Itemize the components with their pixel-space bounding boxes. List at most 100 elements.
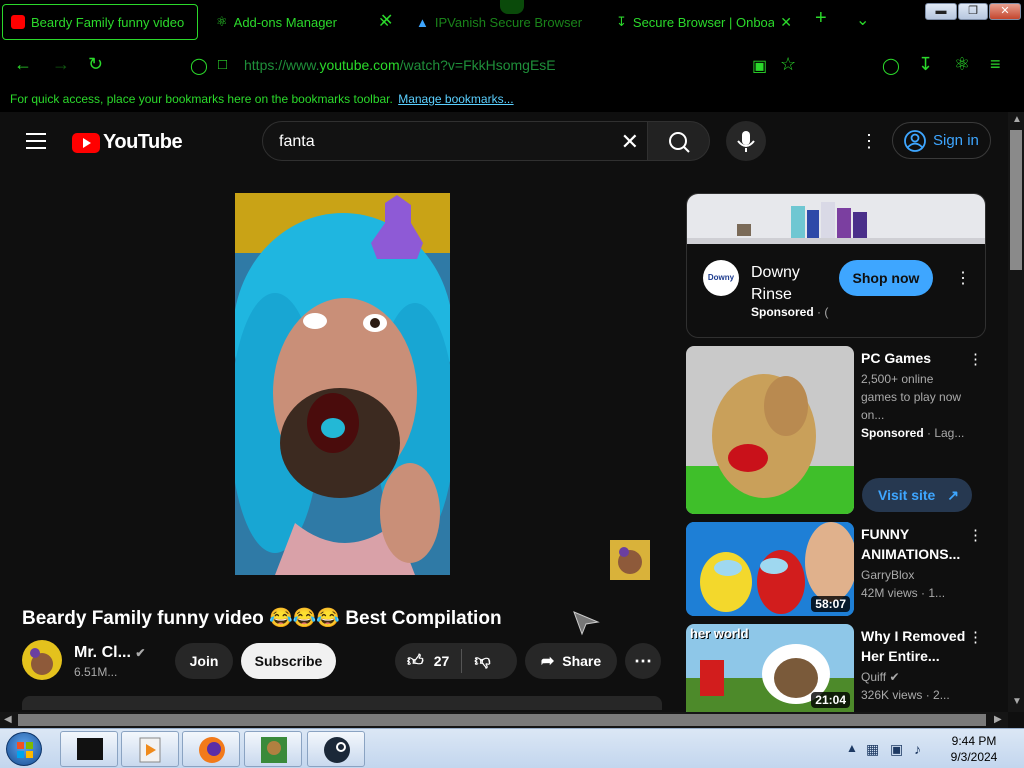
channel-watermark[interactable] bbox=[610, 540, 650, 580]
subscriber-count: 6.51M... bbox=[74, 665, 118, 679]
taskbar-app-media[interactable] bbox=[121, 731, 179, 767]
ipvanish-icon: ▲ bbox=[416, 14, 429, 30]
account-icon bbox=[904, 130, 926, 152]
menu-hamburger-icon[interactable]: ≡ bbox=[990, 54, 1001, 75]
like-dislike-group: 👍︎ 27 👎︎ bbox=[395, 643, 517, 679]
recommendation-kebab-icon[interactable]: ⋮ bbox=[968, 350, 983, 368]
thumbs-down-icon[interactable]: 👎︎ bbox=[474, 652, 490, 671]
like-count[interactable]: 27 bbox=[434, 653, 450, 669]
forward-arrow-icon[interactable]: → bbox=[52, 54, 70, 75]
manage-bookmarks-link[interactable]: Manage bookmarks... bbox=[398, 92, 513, 106]
subscribe-button[interactable]: Subscribe bbox=[241, 643, 336, 679]
close-tab-icon[interactable]: ✕ bbox=[380, 10, 393, 30]
recommendation-thumbnail[interactable] bbox=[686, 346, 854, 514]
scroll-down-arrow-icon[interactable]: ▼ bbox=[1012, 696, 1022, 707]
taskbar-app-steam[interactable] bbox=[307, 731, 365, 767]
sponsored-suffix: · ( bbox=[813, 305, 829, 319]
recommendation-kebab-icon[interactable]: ⋮ bbox=[968, 628, 983, 646]
clear-search-icon[interactable]: ✕ bbox=[621, 129, 639, 155]
voice-search-button[interactable] bbox=[726, 121, 766, 161]
bookmark-star-icon[interactable]: ☆ bbox=[780, 54, 796, 75]
recommendation-item[interactable]: PC Games 2,500+ online games to play now… bbox=[686, 346, 986, 516]
recommendation-thumbnail[interactable]: 58:07 bbox=[686, 522, 854, 616]
taskbar-app-bonzi[interactable] bbox=[244, 731, 302, 767]
minimize-button[interactable]: ▬ bbox=[925, 3, 957, 20]
channel-avatar[interactable] bbox=[22, 640, 62, 680]
recommendation-item[interactable]: her world 21:04 Why I Removed Her Entire… bbox=[686, 624, 986, 712]
pc-games-thumbnail-image bbox=[686, 346, 854, 514]
vertical-scroll-thumb[interactable] bbox=[1010, 130, 1022, 270]
tab-addons-manager[interactable]: ⚛ Add-ons Manager ✕ bbox=[208, 4, 398, 40]
video-title: Beardy Family funny video 😂😂😂 Best Compi… bbox=[22, 608, 502, 629]
channel-text[interactable]: Quiff bbox=[861, 670, 886, 684]
shield-icon[interactable]: ◯ bbox=[190, 56, 208, 76]
close-tab-icon[interactable]: ✕ bbox=[780, 14, 792, 31]
channel-name[interactable]: Mr. Cl... ✔ bbox=[74, 644, 145, 662]
ad-brand-name: Downy Rinse bbox=[751, 264, 800, 303]
recommendation-kebab-icon[interactable]: ⋮ bbox=[968, 526, 983, 544]
scroll-right-arrow-icon[interactable]: ▶ bbox=[994, 714, 1002, 725]
description-box[interactable] bbox=[22, 696, 662, 710]
recommendation-channel[interactable]: GarryBlox bbox=[861, 566, 971, 584]
horizontal-scrollbar[interactable]: ◀ ▶ bbox=[0, 712, 1008, 728]
video-duration: 21:04 bbox=[811, 692, 850, 708]
ad-menu-kebab-icon[interactable]: ⋮ bbox=[955, 268, 971, 288]
sign-in-button[interactable]: Sign in bbox=[892, 122, 991, 159]
recommendation-title[interactable]: PC Games bbox=[861, 348, 971, 368]
youtube-logo[interactable]: YouTube bbox=[72, 131, 183, 154]
network-tray-icon[interactable]: ▦ bbox=[866, 741, 879, 758]
new-tab-button[interactable]: + bbox=[815, 7, 827, 30]
thumbs-up-icon[interactable]: 👍︎ bbox=[407, 652, 424, 671]
join-button[interactable]: Join bbox=[175, 643, 233, 679]
lock-icon[interactable]: □ bbox=[218, 56, 227, 73]
start-button[interactable] bbox=[6, 732, 42, 766]
downloads-icon[interactable]: ↧ bbox=[918, 54, 933, 75]
more-actions-button[interactable]: ⋯ bbox=[625, 643, 661, 679]
recommendation-channel: Quiff ✔ bbox=[861, 668, 971, 686]
search-button[interactable] bbox=[647, 121, 710, 161]
tab-secure-browser[interactable]: ↧ Secure Browser | Onboarding ✕ bbox=[608, 4, 800, 40]
vertical-scrollbar[interactable]: ▲ ▼ bbox=[1008, 112, 1024, 712]
pocket-icon[interactable]: ◯ bbox=[882, 56, 900, 76]
reload-icon[interactable]: ↻ bbox=[88, 54, 103, 75]
show-hidden-icons-icon[interactable]: ▲ bbox=[846, 741, 858, 755]
steam-icon bbox=[324, 737, 350, 763]
display-tray-icon[interactable]: ▣ bbox=[890, 741, 903, 758]
search-query: fanta bbox=[279, 133, 315, 150]
recommendation-thumbnail[interactable]: her world 21:04 bbox=[686, 624, 854, 712]
extensions-icon[interactable]: ⚛ bbox=[954, 54, 970, 75]
back-arrow-icon[interactable]: ← bbox=[14, 54, 32, 75]
settings-kebab-icon[interactable]: ⋮ bbox=[860, 132, 878, 150]
list-tabs-chevron-icon[interactable]: ⌄ bbox=[856, 10, 869, 30]
recommendation-title[interactable]: Why I Removed Her Entire... bbox=[861, 626, 971, 666]
scroll-up-arrow-icon[interactable]: ▲ bbox=[1012, 114, 1022, 125]
volume-tray-icon[interactable]: ♪ bbox=[914, 741, 921, 757]
taskbar-app-firefox[interactable] bbox=[182, 731, 240, 767]
recommendation-item[interactable]: 58:07 FUNNY ANIMATIONS... GarryBlox 42M … bbox=[686, 522, 986, 616]
scroll-left-arrow-icon[interactable]: ◀ bbox=[4, 714, 12, 725]
youtube-header: YouTube fanta ✕ ⋮ Sign in bbox=[0, 112, 1008, 170]
search-input[interactable]: fanta ✕ bbox=[262, 121, 648, 161]
ad-card[interactable]: Downy Downy Rinse Sponsored · ( Shop now… bbox=[686, 193, 986, 338]
microphone-icon bbox=[737, 131, 755, 152]
recommendation-title[interactable]: FUNNY ANIMATIONS... bbox=[861, 524, 971, 564]
picture-in-picture-icon[interactable]: ▣ bbox=[752, 56, 767, 76]
video-frame[interactable] bbox=[235, 193, 450, 575]
puzzle-icon: ⚛ bbox=[216, 14, 228, 29]
taskbar-app-terminal[interactable] bbox=[60, 731, 118, 767]
system-clock[interactable]: 9:44 PM 9/3/2024 bbox=[944, 733, 1004, 765]
url-bar[interactable]: https://www.youtube.com/watch?v=FkkHsomg… bbox=[244, 57, 556, 73]
share-button[interactable]: ➦ Share bbox=[525, 643, 617, 679]
guide-menu-icon[interactable] bbox=[26, 133, 46, 154]
windows-logo-icon bbox=[17, 742, 33, 758]
tab-beardy-family[interactable]: Beardy Family funny video bbox=[2, 4, 198, 40]
channel-name-text: Mr. Cl... bbox=[74, 644, 131, 661]
horizontal-scroll-thumb[interactable] bbox=[18, 714, 986, 726]
shop-now-button[interactable]: Shop now bbox=[839, 260, 933, 296]
thumbnail-caption: her world bbox=[690, 626, 749, 641]
visit-site-button[interactable]: Visit site ↗ bbox=[862, 478, 972, 512]
search-icon bbox=[669, 132, 690, 153]
windows-taskbar: ▲ ▦ ▣ ♪ 9:44 PM 9/3/2024 bbox=[0, 728, 1024, 768]
restore-button[interactable]: ❐ bbox=[958, 3, 988, 20]
close-window-button[interactable]: ✕ bbox=[989, 3, 1021, 20]
